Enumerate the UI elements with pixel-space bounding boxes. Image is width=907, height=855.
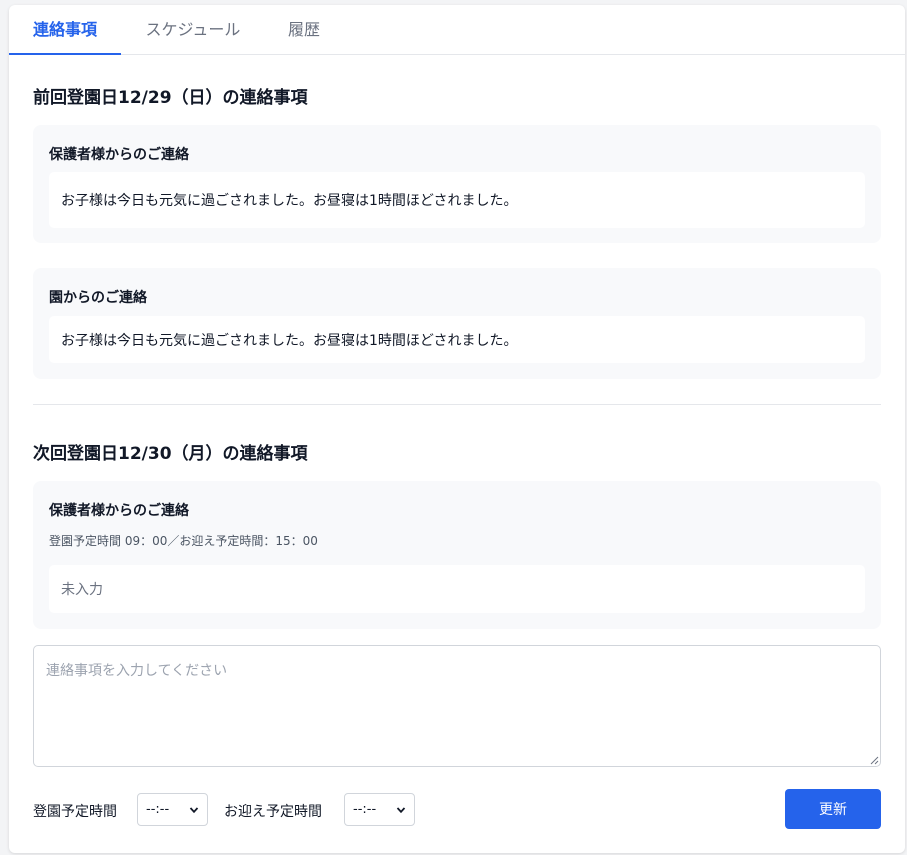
chevron-down-icon [189,807,199,814]
previous-school-contact-panel: 園からのご連絡 お子様は今日も元気に過ごされました。お昼寝は1時間ほどされました… [33,268,881,379]
previous-parent-contact-message: お子様は今日も元気に過ごされました。お昼寝は1時間ほどされました。 [49,172,865,228]
next-parent-contact-panel: 保護者様からのご連絡 登園予定時間 09：00／お迎え予定時間：15：00 未入… [33,481,881,629]
contact-textarea[interactable] [33,645,881,767]
previous-parent-contact-title: 保護者様からのご連絡 [49,147,189,163]
arrival-time-value: --:-- [146,802,170,817]
previous-school-contact-message: お子様は今日も元気に過ごされました。お昼寝は1時間ほどされました。 [49,316,865,363]
next-section-title: 次回登園日12/30（月）の連絡事項 [33,444,308,464]
section-divider [33,404,881,405]
pickup-time-select[interactable]: --:-- [344,793,415,826]
next-parent-contact-title: 保護者様からのご連絡 [49,503,189,519]
tab-contact[interactable]: 連絡事項 [9,5,121,55]
pickup-time-label: お迎え予定時間 [224,804,322,820]
pickup-time-value: --:-- [353,802,377,817]
next-schedule-text: 登園予定時間 09：00／お迎え予定時間：15：00 [49,534,318,548]
tab-schedule[interactable]: スケジュール [133,5,253,55]
resize-grip-icon[interactable] [870,756,879,765]
arrival-time-label: 登園予定時間 [33,804,117,820]
previous-section-title: 前回登園日12/29（日）の連絡事項 [33,88,308,108]
tab-bar: 連絡事項 スケジュール 履歴 [9,5,905,55]
arrival-time-select[interactable]: --:-- [137,793,208,826]
update-button[interactable]: 更新 [785,789,881,829]
tab-history[interactable]: 履歴 [271,5,337,55]
contact-card: 連絡事項 スケジュール 履歴 前回登園日12/29（日）の連絡事項 保護者様から… [9,5,905,853]
chevron-down-icon [396,807,406,814]
previous-parent-contact-panel: 保護者様からのご連絡 お子様は今日も元気に過ごされました。お昼寝は1時間ほどされ… [33,125,881,243]
previous-school-contact-title: 園からのご連絡 [49,290,147,306]
next-parent-contact-message: 未入力 [49,565,865,613]
